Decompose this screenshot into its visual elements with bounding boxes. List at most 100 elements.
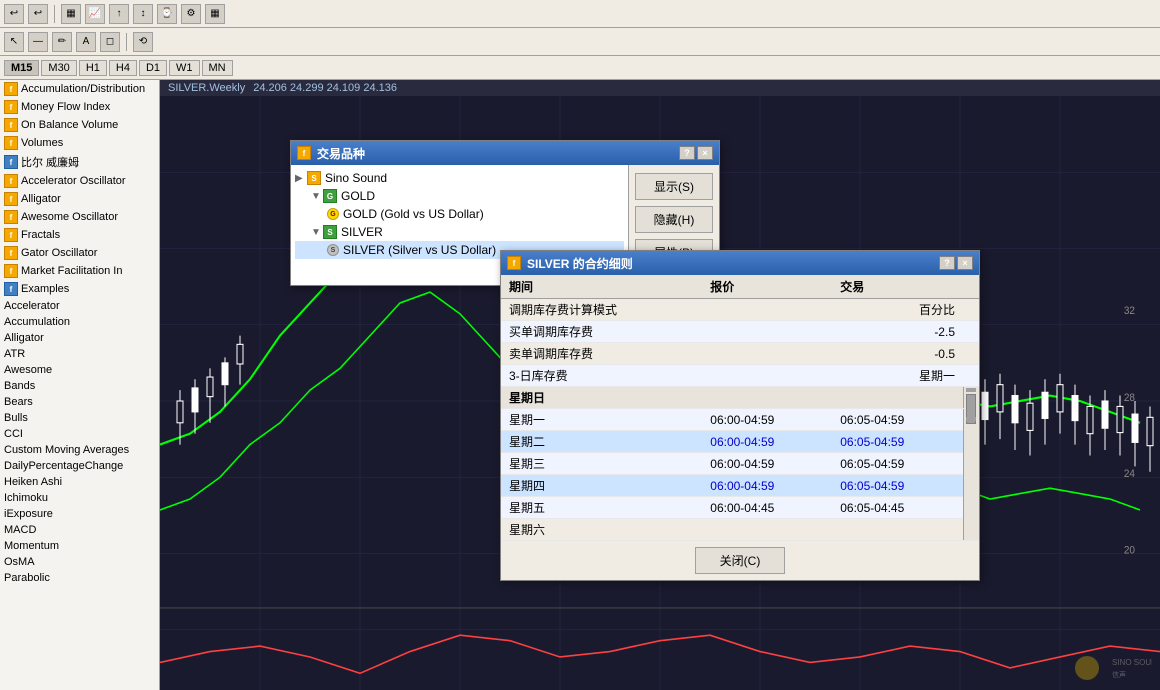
tf-h1[interactable]: H1 [79, 60, 107, 76]
nav-item-accumulation-distribution[interactable]: f Accumulation/Distribution [0, 80, 159, 98]
dialog-contract-help[interactable]: ? [939, 256, 955, 270]
nav-item-acc[interactable]: Accelerator [0, 298, 159, 314]
nav-item-bears[interactable]: Bears [0, 394, 159, 410]
tree-gold-folder-icon: G [323, 189, 337, 203]
nav-label: MACD [4, 524, 36, 536]
nav-item-alligator2[interactable]: Alligator [0, 330, 159, 346]
col3-5: 06:05-04:59 [832, 409, 963, 431]
nav-item-macd[interactable]: MACD [0, 522, 159, 538]
nav-item-momentum[interactable]: Momentum [0, 538, 159, 554]
nav-icon-f7: f [4, 210, 18, 224]
text-icon[interactable]: A [76, 32, 96, 52]
nav-item-atr[interactable]: ATR [0, 346, 159, 362]
col-trade: 交易 [832, 275, 963, 299]
dialog-symbols-icon: f [297, 146, 311, 160]
contract-row-10: 星期六 [501, 519, 979, 541]
nav-label: Money Flow Index [21, 101, 110, 113]
shape-icon[interactable]: ◻ [100, 32, 120, 52]
field-1: 买单调期库存费 [501, 321, 702, 343]
nav-item-alligator[interactable]: f Alligator [0, 190, 159, 208]
nav-item-bulls[interactable]: Bulls [0, 410, 159, 426]
dialog-contract-close[interactable]: × [957, 256, 973, 270]
tf-m15[interactable]: M15 [4, 60, 39, 76]
nav-item-iexposure[interactable]: iExposure [0, 506, 159, 522]
grid-icon[interactable]: ▦ [205, 4, 225, 24]
settings-icon[interactable]: ⚙ [181, 4, 201, 24]
scroll-0 [963, 299, 979, 321]
tree-gold-folder[interactable]: ▼ G GOLD [295, 187, 624, 205]
clock-icon[interactable]: ⌚ [157, 4, 177, 24]
nav-item-cma[interactable]: Custom Moving Averages [0, 442, 159, 458]
arrow2-icon[interactable]: ↕ [133, 4, 153, 24]
nav-item-parabolic[interactable]: Parabolic [0, 570, 159, 586]
dialog-contract-title: SILVER 的合约细则 [527, 255, 633, 272]
separator-2 [126, 33, 127, 51]
hide-button[interactable]: 隐藏(H) [635, 206, 713, 233]
section-col2 [702, 387, 832, 409]
col-quote: 报价 [702, 275, 832, 299]
nav-item-market-facilitation[interactable]: f Market Facilitation In [0, 262, 159, 280]
contract-row-9: 星期五 06:00-04:45 06:05-04:45 [501, 497, 979, 519]
redo-icon[interactable]: ↩ [28, 4, 48, 24]
svg-text:32: 32 [1124, 306, 1135, 317]
nav-item-cci[interactable]: CCI [0, 426, 159, 442]
nav-icon-f4: f [4, 136, 18, 150]
nav-item-bands[interactable]: Bands [0, 378, 159, 394]
nav-item-awesome2[interactable]: Awesome [0, 362, 159, 378]
nav-label: iExposure [4, 508, 53, 520]
tree-silver-folder[interactable]: ▼ S SILVER [295, 223, 624, 241]
nav-item-examples[interactable]: f Examples [0, 280, 159, 298]
chart-icon[interactable]: ▦ [61, 4, 81, 24]
indicator-icon[interactable]: 📈 [85, 4, 105, 24]
tree-gold-item[interactable]: G GOLD (Gold vs US Dollar) [295, 205, 624, 223]
nav-item-accumulation2[interactable]: Accumulation [0, 314, 159, 330]
svg-text:SINO SOUND: SINO SOUND [1112, 658, 1152, 667]
nav-item-on-balance[interactable]: f On Balance Volume [0, 116, 159, 134]
nav-item-heiken[interactable]: Heiken Ashi [0, 474, 159, 490]
nav-label: Accelerator Oscillator [21, 175, 126, 187]
cursor-icon[interactable]: ↖ [4, 32, 24, 52]
tf-w1[interactable]: W1 [169, 60, 200, 76]
nav-label: Accumulation/Distribution [21, 83, 145, 95]
dialog-symbols-close[interactable]: × [697, 146, 713, 160]
magnet-icon[interactable]: ⟲ [133, 32, 153, 52]
nav-label: 比尔 威廉姆 [21, 154, 79, 170]
tree-gold-item-label: GOLD (Gold vs US Dollar) [343, 207, 484, 221]
svg-text:20: 20 [1124, 545, 1135, 556]
nav-item-daily-pct[interactable]: DailyPercentageChange [0, 458, 159, 474]
nav-item-volumes[interactable]: f Volumes [0, 134, 159, 152]
dialog-symbols-help[interactable]: ? [679, 146, 695, 160]
nav-item-osma[interactable]: OsMA [0, 554, 159, 570]
nav-item-awesome[interactable]: f Awesome Oscillator [0, 208, 159, 226]
nav-item-accelerator[interactable]: f Accelerator Oscillator [0, 172, 159, 190]
nav-item-bill-williams[interactable]: f 比尔 威廉姆 [0, 152, 159, 172]
nav-label: On Balance Volume [21, 119, 118, 131]
close-contract-button[interactable]: 关闭(C) [695, 547, 786, 574]
tf-h4[interactable]: H4 [109, 60, 137, 76]
undo-icon[interactable]: ↩ [4, 4, 24, 24]
field-8: 星期四 [501, 475, 702, 497]
chart-header: SILVER.Weekly 24.206 24.299 24.109 24.13… [160, 80, 1160, 96]
nav-icon-f9: f [4, 246, 18, 260]
draw-icon[interactable]: ✏ [52, 32, 72, 52]
dialog-contract-controls: ? × [939, 256, 973, 270]
tf-m30[interactable]: M30 [41, 60, 76, 76]
arrow-icon[interactable]: ↑ [109, 4, 129, 24]
nav-label: Volumes [21, 137, 63, 149]
nav-item-gator[interactable]: f Gator Oscillator [0, 244, 159, 262]
nav-item-money-flow[interactable]: f Money Flow Index [0, 98, 159, 116]
nav-item-ichimoku[interactable]: Ichimoku [0, 490, 159, 506]
line-icon[interactable]: — [28, 32, 48, 52]
col3-6: 06:05-04:59 [832, 431, 963, 453]
nav-icon-folder: f [4, 155, 18, 169]
tf-d1[interactable]: D1 [139, 60, 167, 76]
contract-row-3: 3-日库存费 星期一 [501, 365, 979, 387]
tree-sino-sound[interactable]: ▶ S Sino Sound [295, 169, 624, 187]
contract-row-0: 调期库存费计算模式 百分比 [501, 299, 979, 321]
watermark: SINO SOUND 信声 [1072, 653, 1152, 686]
dialog-contract-icon: f [507, 256, 521, 270]
tf-mn[interactable]: MN [202, 60, 233, 76]
show-button[interactable]: 显示(S) [635, 173, 713, 200]
nav-item-fractals[interactable]: f Fractals [0, 226, 159, 244]
tree-silver-icon: S [327, 244, 339, 256]
